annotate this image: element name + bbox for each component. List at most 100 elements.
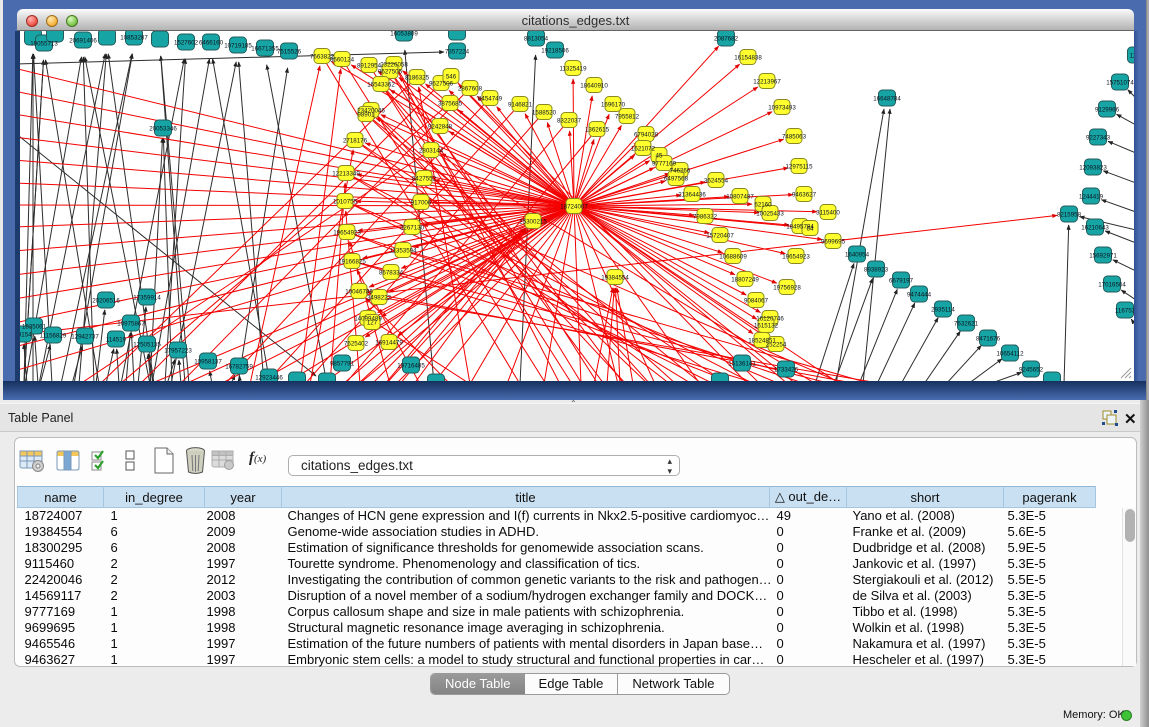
svg-text:12942737: 12942737 <box>71 334 99 341</box>
svg-text:23226058: 23226058 <box>380 62 408 69</box>
svg-text:98901: 98901 <box>357 112 375 119</box>
svg-text:10958137: 10958137 <box>194 359 222 366</box>
svg-text:19716485: 19716485 <box>397 363 425 370</box>
svg-text:6497568: 6497568 <box>664 176 689 183</box>
svg-text:8427552: 8427552 <box>412 176 437 183</box>
svg-text:6794028: 6794028 <box>634 132 659 139</box>
svg-text:8215958: 8215958 <box>1057 212 1082 219</box>
svg-text:19654923: 19654923 <box>333 230 361 237</box>
svg-text:10973493: 10973493 <box>768 105 796 112</box>
svg-text:8938923: 8938923 <box>864 267 889 274</box>
svg-text:19654923: 19654923 <box>782 254 810 261</box>
svg-text:9699695: 9699695 <box>821 239 846 246</box>
svg-text:19384554: 19384554 <box>601 275 629 282</box>
svg-text:1588520: 1588520 <box>532 110 557 117</box>
svg-text:39154: 39154 <box>20 332 32 339</box>
svg-text:19756928: 19756928 <box>773 285 801 292</box>
svg-text:9627506: 9627506 <box>429 81 454 88</box>
svg-text:1835061: 1835061 <box>22 324 47 331</box>
svg-text:10654112: 10654112 <box>996 351 1024 358</box>
svg-text:2867608: 2867608 <box>458 86 483 93</box>
svg-text:114519: 114519 <box>106 337 127 344</box>
svg-text:62160: 62160 <box>754 202 772 209</box>
svg-text:1615132: 1615132 <box>754 323 779 330</box>
svg-text:19166825: 19166825 <box>338 259 366 266</box>
svg-text:1621072: 1621072 <box>631 146 656 153</box>
svg-text:252254: 252254 <box>766 342 787 349</box>
svg-text:20053346: 20053346 <box>149 126 177 133</box>
svg-text:64: 64 <box>807 226 814 233</box>
svg-text:9227343: 9227343 <box>1086 135 1111 142</box>
svg-text:9474444: 9474444 <box>907 292 932 299</box>
svg-text:9857791: 9857791 <box>330 361 355 368</box>
svg-text:16120746: 16120746 <box>756 316 784 323</box>
svg-text:11353594: 11353594 <box>389 248 417 255</box>
svg-text:9084067: 9084067 <box>744 298 769 305</box>
svg-text:2087682: 2087682 <box>714 36 739 43</box>
svg-text:16671355: 16671355 <box>251 46 279 53</box>
svg-text:7986322: 7986322 <box>693 214 718 221</box>
svg-text:546: 546 <box>446 74 457 81</box>
svg-text:10719185: 10719185 <box>224 43 252 50</box>
svg-text:8813054: 8813054 <box>524 36 549 43</box>
svg-text:7632621: 7632621 <box>954 321 979 328</box>
svg-text:3115400: 3115400 <box>816 210 840 217</box>
svg-text:3267130: 3267130 <box>400 225 425 232</box>
svg-text:17016504: 17016504 <box>1098 282 1126 289</box>
svg-text:16914479: 16914479 <box>375 340 403 347</box>
svg-text:1640954: 1640954 <box>845 252 870 259</box>
svg-text:10853287: 10853287 <box>120 35 148 42</box>
svg-text:3498222: 3498222 <box>367 295 392 302</box>
svg-text:1244419: 1244419 <box>1079 194 1104 201</box>
svg-text:127: 127 <box>367 320 378 327</box>
svg-text:15751074: 15751074 <box>1106 80 1134 87</box>
svg-text:116753: 116753 <box>1115 308 1134 315</box>
svg-text:45: 45 <box>656 153 663 160</box>
svg-text:15136141: 15136141 <box>728 361 756 368</box>
svg-text:16154838: 16154838 <box>734 55 762 62</box>
svg-text:18640910: 18640910 <box>580 83 608 90</box>
svg-text:9627505: 9627505 <box>378 69 403 76</box>
svg-text:7955812: 7955812 <box>615 114 640 121</box>
svg-text:16053809: 16053809 <box>390 31 418 38</box>
svg-text:25300215: 25300215 <box>519 219 547 226</box>
svg-text:3875685: 3875685 <box>438 101 463 108</box>
svg-text:9777169: 9777169 <box>652 161 677 168</box>
svg-text:9146821: 9146821 <box>508 102 533 109</box>
svg-text:12923446: 12923446 <box>255 375 283 382</box>
svg-text:18724007: 18724007 <box>560 204 588 211</box>
svg-text:12213967: 12213967 <box>753 79 781 86</box>
svg-text:10025433: 10025433 <box>756 211 784 218</box>
svg-text:6466160: 6466160 <box>199 40 224 47</box>
svg-text:2935114: 2935114 <box>931 307 955 314</box>
svg-text:16648784: 16648784 <box>873 96 901 103</box>
svg-text:8678334: 8678334 <box>379 270 404 277</box>
svg-text:8660124: 8660124 <box>330 57 355 64</box>
svg-text:8186325: 8186325 <box>405 75 430 82</box>
svg-text:9463627: 9463627 <box>792 192 817 199</box>
svg-text:3624554: 3624554 <box>704 178 729 185</box>
svg-text:9245652: 9245652 <box>1019 367 1044 374</box>
svg-text:11156829: 11156829 <box>40 333 67 340</box>
svg-text:17359914: 17359914 <box>133 295 161 302</box>
svg-text:917006: 917006 <box>411 200 432 207</box>
svg-text:21364436: 21364436 <box>678 192 706 199</box>
svg-text:2718176: 2718176 <box>343 138 368 145</box>
svg-text:1362615: 1362615 <box>585 127 610 134</box>
svg-text:20206516: 20206516 <box>92 298 120 305</box>
svg-text:8322037: 8322037 <box>557 118 582 125</box>
svg-text:11325419: 11325419 <box>559 66 587 73</box>
svg-text:10807487: 10807487 <box>726 194 754 201</box>
svg-text:1527602: 1527602 <box>174 40 199 47</box>
svg-text:15720407: 15720407 <box>706 233 734 240</box>
svg-text:16210643: 16210643 <box>1081 225 1109 232</box>
svg-text:9129966: 9129966 <box>1095 107 1120 114</box>
svg-text:12093823: 12093823 <box>1079 165 1107 172</box>
svg-text:1733426: 1733426 <box>774 367 799 374</box>
svg-text:1696170: 1696170 <box>601 102 626 109</box>
svg-text:16543362: 16543362 <box>367 82 395 89</box>
svg-text:12975115: 12975115 <box>785 164 813 171</box>
svg-text:8471676: 8471676 <box>976 336 1001 343</box>
svg-text:12505135: 12505135 <box>133 342 161 349</box>
svg-text:2803144: 2803144 <box>419 148 444 155</box>
